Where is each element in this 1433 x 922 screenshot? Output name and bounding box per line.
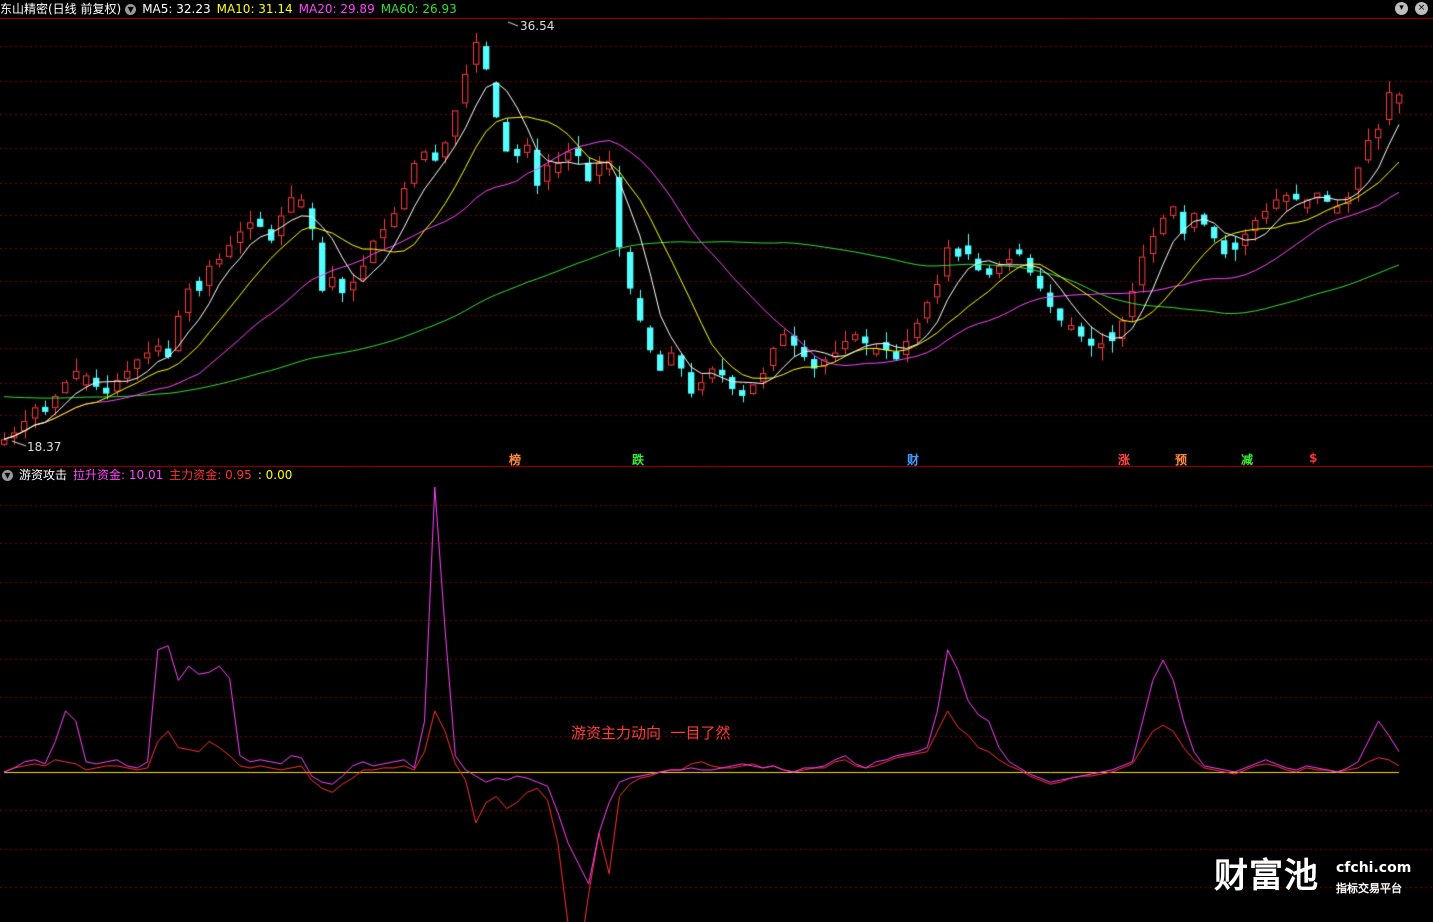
indicator-caption: 游资主力动向 一目了然 <box>571 724 731 742</box>
stock-chart-canvas[interactable] <box>0 0 1433 922</box>
window-close-icon[interactable]: × <box>1415 2 1428 15</box>
ma60-readout: MA60: 26.93 <box>380 2 457 16</box>
event-marker-zhang[interactable]: 涨 <box>1118 451 1130 468</box>
ma5-readout: MA5: 32.23 <box>142 2 211 16</box>
event-marker-die[interactable]: 跌 <box>632 451 644 468</box>
main-chart-header: 东山精密(日线 前复权) ▼ MA5: 32.23 MA10: 31.14 MA20: … <box>0 0 463 18</box>
high-price-label: 36.54 <box>520 19 555 33</box>
zero-line-readout: : 0.00 <box>257 468 293 482</box>
cfchi-logo: 财富池 cfchi.com 指标交易平台 <box>1214 854 1414 904</box>
main-capital-readout: 主力资金: 0.95 <box>169 468 252 482</box>
low-price-label: 18.37 <box>27 440 62 454</box>
indicator-settings-icon[interactable]: ▼ <box>2 470 13 481</box>
logo-tagline: 指标交易平台 <box>1336 882 1402 895</box>
logo-domain: cfchi.com <box>1336 860 1412 876</box>
indicator-header: ▼ 游资攻击 拉升资金: 10.01 主力资金: 0.95 : 0.00 <box>0 466 298 484</box>
ma10-readout: MA10: 31.14 <box>216 2 293 16</box>
event-marker-bang[interactable]: 榜 <box>509 451 521 468</box>
event-marker-dollar[interactable]: $ <box>1309 451 1317 465</box>
indicator-title: 游资攻击 <box>19 468 68 482</box>
event-marker-cai[interactable]: 财 <box>907 451 919 468</box>
lift-capital-readout: 拉升资金: 10.01 <box>73 468 164 482</box>
chart-settings-icon[interactable]: ▼ <box>125 4 137 15</box>
ma20-readout: MA20: 29.89 <box>298 2 375 16</box>
event-marker-yu[interactable]: 预 <box>1175 451 1187 468</box>
window-minimize-icon[interactable]: ▾ <box>1395 2 1408 15</box>
event-marker-jian[interactable]: 减 <box>1241 451 1253 468</box>
chart-title: 东山精密(日线 前复权) <box>0 2 122 16</box>
logo-wordmark: 财富池 <box>1214 856 1319 896</box>
